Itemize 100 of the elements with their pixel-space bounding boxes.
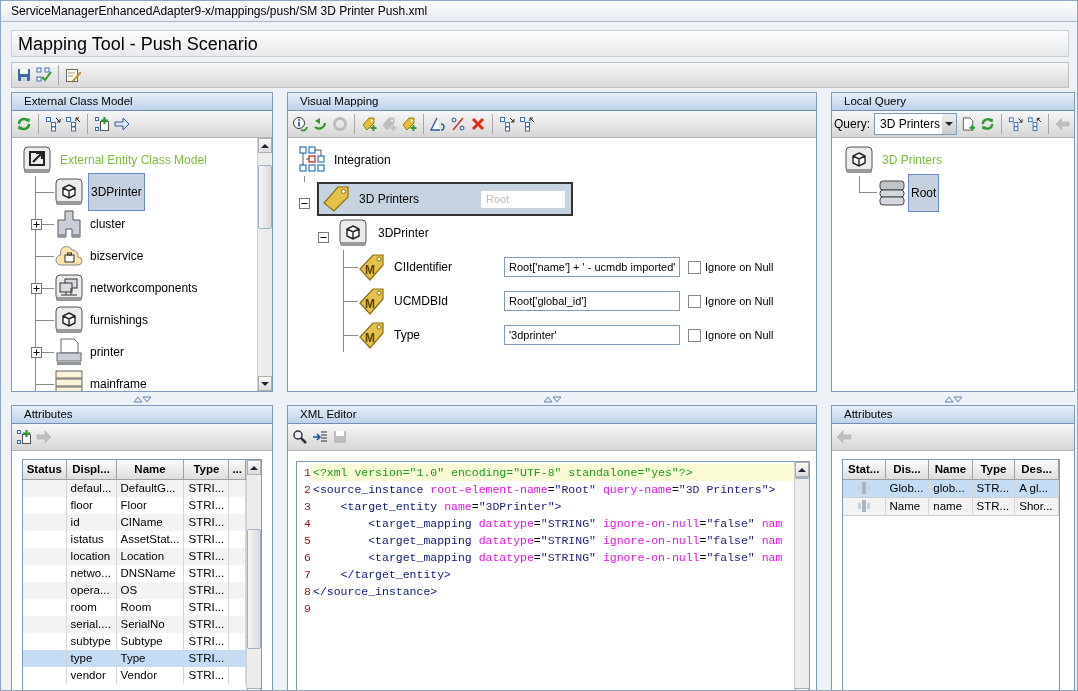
new-file-icon[interactable] bbox=[961, 116, 977, 132]
column-header[interactable]: Stat... bbox=[843, 460, 885, 479]
panel-title: Local Query bbox=[832, 93, 1074, 111]
tree-item[interactable]: cluster bbox=[88, 213, 128, 235]
splitter-handle[interactable] bbox=[943, 394, 963, 403]
percent-icon[interactable] bbox=[450, 116, 466, 132]
expand-toggle[interactable] bbox=[318, 231, 329, 243]
alias-field[interactable]: Root bbox=[481, 190, 565, 208]
checkbox[interactable] bbox=[688, 294, 701, 308]
table-cell: STRI... bbox=[183, 513, 229, 531]
column-header[interactable]: Name bbox=[116, 460, 184, 479]
table-row[interactable]: floor Floor STRI... bbox=[23, 496, 246, 514]
expand-all-icon[interactable] bbox=[499, 116, 515, 132]
table-row[interactable]: serial.... SerialNo STRI... bbox=[23, 615, 246, 633]
refresh-icon[interactable] bbox=[16, 116, 32, 132]
arrow-box-icon bbox=[22, 145, 52, 175]
checkbox[interactable] bbox=[688, 260, 701, 274]
checkbox-label: Ignore on Null bbox=[705, 259, 774, 275]
collapse-all-icon[interactable] bbox=[1027, 116, 1043, 132]
diagram-check-icon[interactable] bbox=[36, 67, 52, 83]
add-node-icon[interactable] bbox=[94, 116, 110, 132]
table-row[interactable]: Glob... glob... STR... A gl... bbox=[843, 479, 1059, 497]
expression-field[interactable]: Root['global_id'] bbox=[504, 291, 680, 311]
code-line: <source_instance root-element-name="Root" query-name="3D Printers"> bbox=[312, 482, 777, 498]
tree-item[interactable]: printer bbox=[88, 341, 126, 363]
scrollbar[interactable] bbox=[794, 462, 809, 690]
line-number: 2 bbox=[303, 482, 311, 498]
expand-all-icon[interactable] bbox=[1008, 116, 1023, 132]
expression-field[interactable]: '3dprinter' bbox=[504, 325, 680, 345]
table-cell: vendor bbox=[66, 666, 117, 684]
table-cell: id bbox=[66, 513, 117, 531]
tree-item[interactable]: 3DPrinter bbox=[376, 222, 431, 244]
tree-root-label[interactable]: Integration bbox=[332, 149, 393, 171]
table-cell: STRI... bbox=[183, 615, 229, 633]
scrollbar[interactable] bbox=[246, 460, 261, 690]
query-node-label: 3D Printers bbox=[359, 191, 420, 208]
tag-add-icon[interactable] bbox=[401, 116, 417, 132]
table-row[interactable]: id CIName STRI... bbox=[23, 513, 246, 531]
search-icon[interactable] bbox=[292, 429, 308, 445]
arrow-right-icon[interactable] bbox=[114, 116, 130, 132]
collapse-all-icon[interactable] bbox=[519, 116, 535, 132]
column-header[interactable]: Des... bbox=[1014, 460, 1059, 479]
table-row[interactable]: defaul... DefaultG... STRI... bbox=[23, 479, 246, 497]
monitors-icon bbox=[54, 273, 84, 303]
collapse-all-icon[interactable] bbox=[65, 116, 81, 132]
tree-item[interactable]: networkcomponents bbox=[88, 277, 200, 299]
table-row[interactable]: istatus AssetStat... STRI... bbox=[23, 530, 246, 548]
expand-toggle[interactable] bbox=[31, 219, 42, 230]
expand-toggle[interactable] bbox=[31, 347, 42, 358]
expand-toggle[interactable] bbox=[31, 283, 42, 294]
line-number: 5 bbox=[303, 533, 311, 549]
table-cell: istatus bbox=[66, 530, 117, 548]
table-cell: STRI... bbox=[183, 666, 229, 684]
table-cell: type bbox=[66, 649, 117, 667]
table-cell: SerialNo bbox=[116, 615, 184, 633]
table-row[interactable]: subtype Subtype STRI... bbox=[23, 632, 246, 650]
indent-icon[interactable] bbox=[312, 429, 328, 445]
scrollbar[interactable] bbox=[257, 138, 272, 391]
triangle-arrow-icon[interactable] bbox=[430, 116, 446, 132]
splitter-handle[interactable] bbox=[132, 394, 152, 403]
table-row[interactable]: type Type STRI... bbox=[23, 649, 246, 667]
table-row[interactable]: netwo... DNSName STRI... bbox=[23, 564, 246, 582]
table-row[interactable]: room Room STRI... bbox=[23, 598, 246, 616]
attribute-label: UCMDBId bbox=[394, 293, 449, 310]
notepad-pencil-icon[interactable] bbox=[65, 67, 81, 83]
column-header[interactable]: Dis... bbox=[885, 460, 929, 479]
table-row[interactable]: Name name STR... Shor... bbox=[843, 497, 1059, 515]
table-row[interactable]: location Location STRI... bbox=[23, 547, 246, 565]
checkbox-label: Ignore on Null bbox=[705, 293, 774, 309]
tree-item[interactable]: Root bbox=[908, 174, 940, 212]
expression-field[interactable]: Root['name'] + ' - ucmdb imported' bbox=[504, 257, 680, 277]
table-row[interactable]: vendor Vendor STRI... bbox=[23, 666, 246, 684]
checkbox[interactable] bbox=[688, 328, 701, 342]
splitter-handle[interactable] bbox=[542, 394, 562, 403]
column-header[interactable]: Name bbox=[928, 460, 973, 479]
expand-toggle[interactable] bbox=[299, 197, 310, 209]
tree-item[interactable]: bizservice bbox=[88, 245, 146, 267]
expand-all-icon[interactable] bbox=[45, 116, 61, 132]
column-header[interactable]: Status bbox=[23, 460, 67, 479]
add-node-icon[interactable] bbox=[16, 429, 32, 445]
refresh-icon[interactable] bbox=[980, 116, 996, 132]
line-number: 7 bbox=[303, 567, 311, 583]
query-node[interactable]: 3D Printers Root bbox=[317, 182, 573, 216]
tree-item[interactable]: 3DPrinter bbox=[88, 173, 145, 211]
column-header[interactable]: Type bbox=[183, 460, 229, 479]
delete-icon[interactable] bbox=[470, 116, 486, 132]
column-header[interactable]: Type bbox=[972, 460, 1015, 479]
table-cell: AssetStat... bbox=[116, 530, 184, 548]
code-line: </target_entity> bbox=[339, 567, 453, 583]
table-row[interactable]: opera... OS STRI... bbox=[23, 581, 246, 599]
query-dropdown[interactable]: 3D Printers bbox=[874, 113, 958, 135]
tree-item[interactable]: furnishings bbox=[88, 309, 151, 331]
cube-icon bbox=[844, 145, 874, 175]
column-header[interactable]: Displ... bbox=[66, 460, 117, 479]
tree-item[interactable]: mainframe bbox=[88, 373, 149, 391]
attribute-label: CIIdentifier bbox=[394, 259, 454, 276]
save-icon[interactable] bbox=[16, 67, 32, 83]
tag-add-icon[interactable] bbox=[361, 116, 377, 132]
info-icon[interactable] bbox=[292, 116, 308, 132]
printer-icon bbox=[54, 337, 84, 367]
